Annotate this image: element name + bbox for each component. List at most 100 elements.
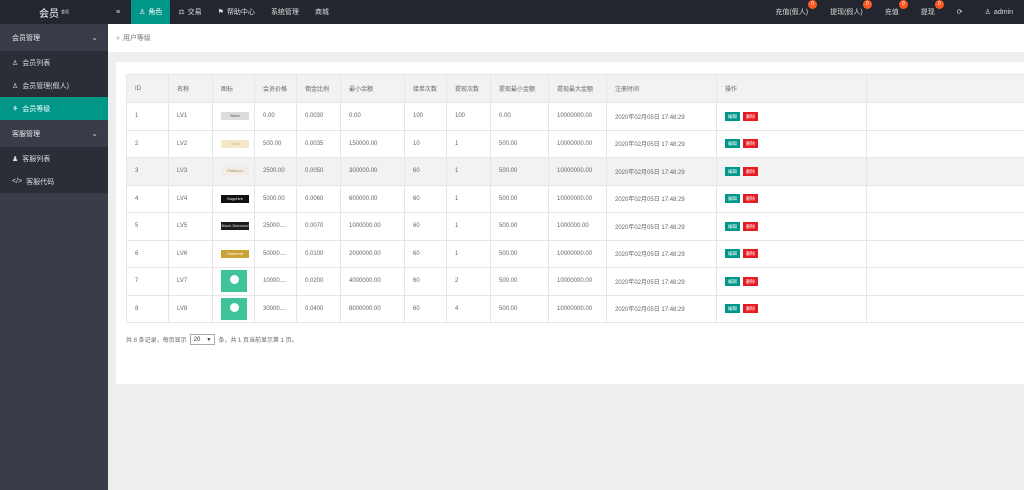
col-header: ID [126, 74, 169, 103]
sidebar-group-members[interactable]: 会员管理 ⌄ [0, 24, 108, 51]
cell-id: 3 [126, 157, 169, 186]
sidebar-item-member-levels[interactable]: ⚘ 会员等级 [0, 97, 108, 120]
sidebar-item-fake-members[interactable]: ♙ 会员管理(假人) [0, 74, 108, 97]
sidebar-group-support[interactable]: 客服管理 ⌄ [0, 120, 108, 147]
cell-name: LV4 [168, 184, 213, 213]
cell-withdraw-times: 1 [446, 129, 491, 158]
nav-label: 商城 [314, 9, 329, 16]
cell-actions: 编辑 删除 [716, 239, 867, 268]
cell-withdraw-times: 1 [446, 239, 491, 268]
edit-button[interactable]: 编辑 [725, 166, 740, 176]
sidebar-item-support-list[interactable]: ♟ 客服列表 [0, 147, 108, 170]
edit-button[interactable]: 编辑 [725, 111, 740, 121]
nav-item-trade[interactable]: ⚖ 交易 [170, 0, 209, 24]
nav-label: 充值 [884, 9, 899, 16]
table-body: 1 LV1 Silver 0.00 0.0030 0.00 100 100 0.00 100000… [126, 102, 1024, 323]
cell-withdraw-times: 1 [446, 184, 491, 213]
cell-id: 8 [126, 294, 169, 323]
delete-button[interactable]: 删除 [743, 249, 758, 259]
cell-time: 2020年02月05日 17:48:29 [606, 102, 717, 131]
cell-actions: 编辑 删除 [716, 212, 867, 241]
cell-rate: 0.0050 [296, 157, 341, 186]
col-header: 图标 [212, 74, 255, 103]
cell-wd-max: 10000000.00 [548, 129, 607, 158]
table-row: 7 LV7 10000.... 0.0200 4000000.00 60 2 500.00 10… [126, 267, 1024, 296]
username: admin [993, 8, 1013, 16]
app-logo[interactable]: 会员 会员 [0, 0, 108, 24]
col-header: 提现最大金额 [548, 74, 607, 103]
user-icon: ♙ [12, 82, 19, 90]
page-size-value: 20 [193, 336, 201, 343]
cell-time: 2020年02月05日 17:48:29 [606, 184, 717, 213]
delete-button[interactable]: 删除 [743, 304, 758, 314]
delete-button[interactable]: 删除 [743, 221, 758, 231]
cell-min-balance: 2000000.00 [340, 239, 405, 268]
level-badge-image: Gold [221, 139, 249, 148]
cell-wd-max: 10000000.00 [548, 157, 607, 186]
col-header: 操作 [716, 74, 867, 103]
cell-min-balance: 600000.00 [340, 184, 405, 213]
edit-button[interactable]: 编辑 [725, 276, 740, 286]
cell-empty [866, 102, 1024, 131]
menu-toggle-button[interactable]: ≡ [108, 0, 131, 24]
sidebar-item-label: 会员管理(假人) [22, 82, 69, 90]
users-icon: ♟ [12, 155, 19, 163]
table-row: 6 LV6 Diamond 50000.... 0.0100 2000000.00 60 1 5… [126, 239, 1024, 268]
cell-orders: 60 [404, 184, 447, 213]
cell-rate: 0.0035 [296, 129, 341, 158]
cell-empty [866, 184, 1024, 213]
delete-button[interactable]: 删除 [743, 139, 758, 149]
level-badge-image: Diamond [221, 249, 249, 258]
delete-button[interactable]: 删除 [743, 276, 758, 286]
scale-icon: ⚖ [178, 9, 185, 16]
level-badge-image: Sapphire [221, 194, 249, 203]
cell-min-balance: 0.00 [340, 102, 405, 131]
cell-min-balance: 1000000.00 [340, 212, 405, 241]
edit-button[interactable]: 编辑 [725, 139, 740, 149]
cell-wd-max: 10000000.00 [548, 102, 607, 131]
nav-withdraw[interactable]: 提现 0 [910, 0, 946, 24]
edit-button[interactable]: 编辑 [725, 194, 740, 204]
nav-item-help[interactable]: ⚑ 帮助中心 [210, 0, 263, 24]
cell-actions: 编辑 删除 [716, 294, 867, 323]
page-size-select[interactable]: 20 ▼ [189, 334, 216, 345]
cell-orders: 60 [404, 239, 447, 268]
sidebar-item-support-code[interactable]: </> 客服代码 [0, 170, 108, 193]
user-icon: ♙ [984, 9, 991, 16]
cell-price: 30000.... [254, 294, 297, 323]
cell-time: 2020年02月05日 17:48:29 [606, 157, 717, 186]
logo-text: 会员 [39, 8, 59, 20]
nav-item-role[interactable]: ♙ 角色 [131, 0, 171, 24]
cell-rate: 0.0030 [296, 102, 341, 131]
col-header: 注册时间 [606, 74, 717, 103]
cell-name: LV2 [168, 129, 213, 158]
nav-item-system[interactable]: 系统管理 [263, 0, 307, 24]
cell-time: 2020年02月05日 17:48:29 [606, 129, 717, 158]
nav-item-mall[interactable]: 商城 [307, 0, 337, 24]
right-nav: 充值(假人) 0 提现(假人) 0 充值 0 提现 0 ⟳ ♙ admin [764, 0, 1024, 24]
delete-button[interactable]: 删除 [743, 166, 758, 176]
pager-suffix: 条，共 1 页当前显示第 1 页。 [218, 338, 298, 344]
delete-button[interactable]: 删除 [743, 111, 758, 121]
nav-recharge[interactable]: 充值 0 [874, 0, 910, 24]
user-menu[interactable]: ♙ admin [974, 0, 1024, 24]
nav-withdraw-fake[interactable]: 提现(假人) 0 [819, 0, 874, 24]
edit-button[interactable]: 编辑 [725, 221, 740, 231]
user-icon: ♙ [139, 9, 146, 16]
nav-recharge-fake[interactable]: 充值(假人) 0 [764, 0, 819, 24]
level-table-card: ID 名称 图标 会员价格 佣金比例 最小余额 接单次数 提现次数 提现最小金额… [116, 62, 1024, 384]
refresh-button[interactable]: ⟳ [946, 0, 974, 24]
edit-button[interactable]: 编辑 [725, 304, 740, 314]
cell-orders: 60 [404, 294, 447, 323]
sidebar-item-member-list[interactable]: ♙ 会员列表 [0, 51, 108, 74]
group-label: 会员管理 [12, 34, 40, 42]
breadcrumb-current[interactable]: 用户等级 [123, 33, 151, 43]
cell-actions: 编辑 删除 [716, 157, 867, 186]
edit-button[interactable]: 编辑 [725, 249, 740, 259]
delete-button[interactable]: 删除 [743, 194, 758, 204]
flag-icon: ⚑ [217, 9, 224, 16]
sidebar-item-label: 会员等级 [22, 105, 51, 113]
cell-wd-max: 10000000.00 [548, 294, 607, 323]
cell-id: 6 [126, 239, 169, 268]
cell-time: 2020年02月05日 17:48:29 [606, 239, 717, 268]
